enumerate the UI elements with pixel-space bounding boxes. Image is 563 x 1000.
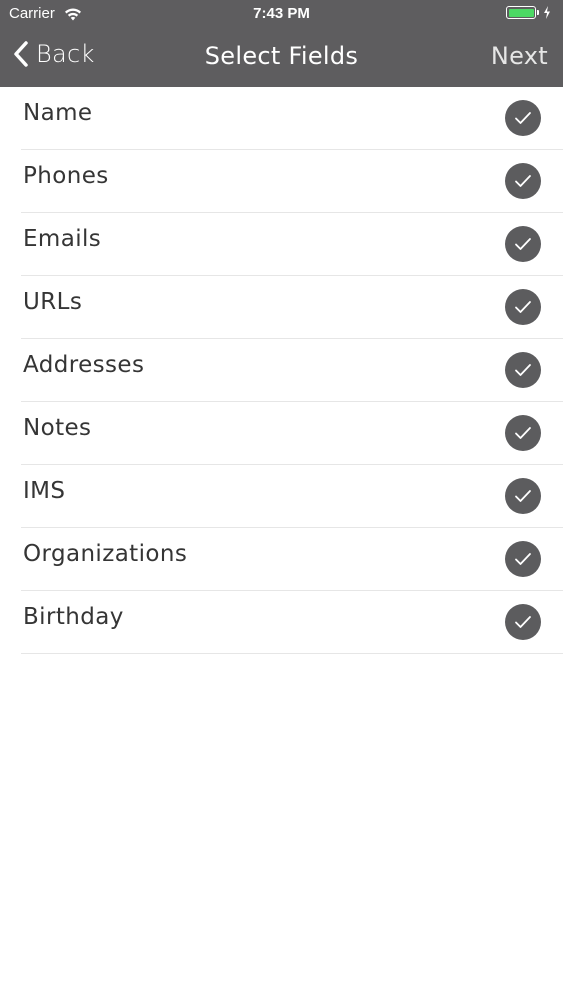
checkmark-circle-icon[interactable] bbox=[505, 100, 541, 136]
clock: 7:43 PM bbox=[253, 5, 310, 22]
field-label: Notes bbox=[23, 415, 92, 441]
checkmark-circle-icon[interactable] bbox=[505, 415, 541, 451]
checkmark-circle-icon[interactable] bbox=[505, 352, 541, 388]
battery-icon bbox=[506, 6, 536, 19]
field-row-addresses[interactable]: Addresses bbox=[21, 339, 563, 402]
checkmark-circle-icon[interactable] bbox=[505, 478, 541, 514]
header: Carrier 7:43 PM Back Select Fields Next bbox=[0, 0, 563, 87]
field-row-urls[interactable]: URLs bbox=[21, 276, 563, 339]
field-label: URLs bbox=[23, 289, 83, 315]
status-bar: Carrier 7:43 PM bbox=[0, 0, 563, 30]
field-label: Phones bbox=[23, 163, 109, 189]
field-label: Emails bbox=[23, 226, 102, 252]
page-title: Select Fields bbox=[204, 42, 359, 70]
field-row-organizations[interactable]: Organizations bbox=[21, 528, 563, 591]
battery-indicator bbox=[506, 6, 551, 19]
battery-tip bbox=[537, 10, 539, 15]
field-label: IMS bbox=[23, 478, 66, 504]
checkmark-circle-icon[interactable] bbox=[505, 226, 541, 262]
field-row-birthday[interactable]: Birthday bbox=[21, 591, 563, 654]
navigation-bar: Back Select Fields Next bbox=[0, 30, 563, 87]
checkmark-circle-icon[interactable] bbox=[505, 541, 541, 577]
checkmark-circle-icon[interactable] bbox=[505, 289, 541, 325]
field-row-emails[interactable]: Emails bbox=[21, 213, 563, 276]
battery-level bbox=[508, 8, 534, 17]
charging-bolt-icon bbox=[544, 6, 550, 19]
field-label: Birthday bbox=[23, 604, 124, 630]
field-label: Addresses bbox=[23, 352, 145, 378]
field-row-ims[interactable]: IMS bbox=[21, 465, 563, 528]
field-row-notes[interactable]: Notes bbox=[21, 402, 563, 465]
field-list: Name Phones Emails URLs Addresses Notes bbox=[0, 87, 563, 654]
field-label: Name bbox=[23, 100, 93, 126]
field-label: Organizations bbox=[23, 541, 188, 567]
checkmark-circle-icon[interactable] bbox=[505, 163, 541, 199]
checkmark-circle-icon[interactable] bbox=[505, 604, 541, 640]
next-button[interactable]: Next bbox=[491, 42, 548, 70]
field-row-name[interactable]: Name bbox=[21, 87, 563, 150]
field-row-phones[interactable]: Phones bbox=[21, 150, 563, 213]
